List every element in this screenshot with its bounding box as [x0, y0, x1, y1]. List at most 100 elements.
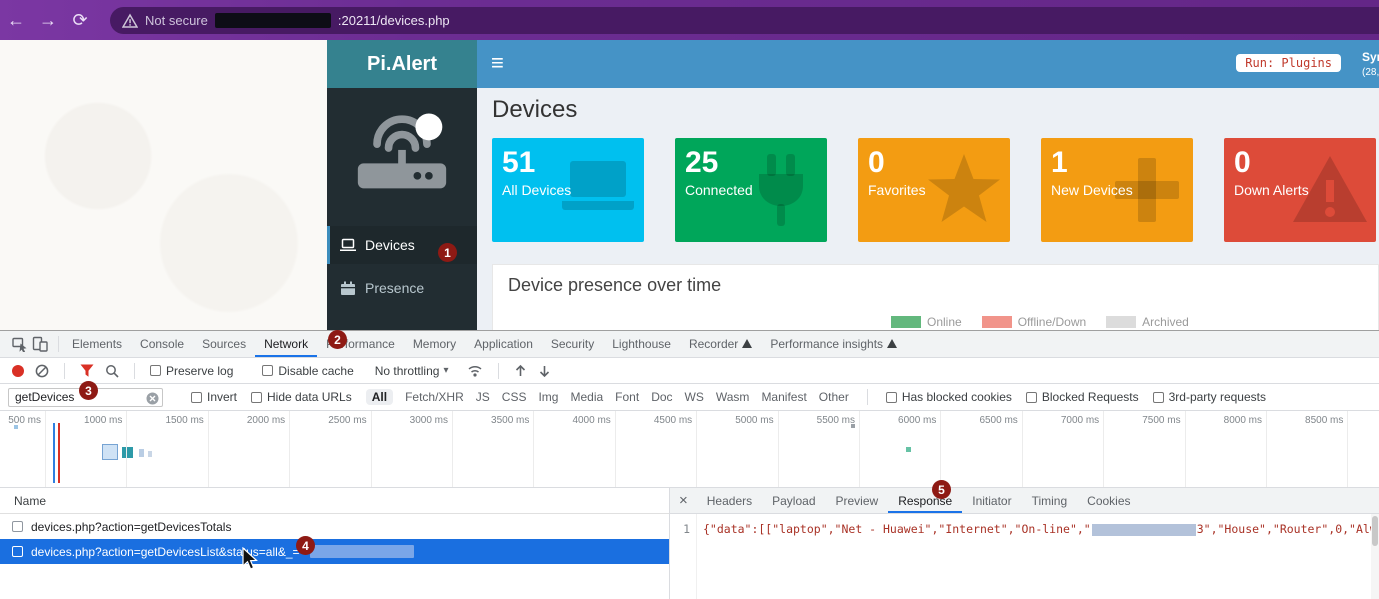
search-icon[interactable]	[105, 364, 119, 378]
preserve-log-checkbox[interactable]: Preserve log	[150, 364, 233, 378]
import-har-icon[interactable]	[514, 364, 527, 378]
detail-tab-timing[interactable]: Timing	[1022, 488, 1078, 513]
filter-type-all[interactable]: All	[366, 389, 393, 405]
timeline-gridline	[1347, 411, 1348, 487]
tab-memory[interactable]: Memory	[404, 331, 465, 357]
timeline-tick-label: 1500 ms	[148, 415, 204, 426]
presence-panel: Device presence over time Online Offline…	[492, 264, 1379, 330]
card-connected[interactable]: 25 Connected	[675, 138, 827, 242]
device-toolbar-icon[interactable]	[32, 336, 48, 352]
request-row-selected[interactable]: devices.php?action=getDevicesList&status…	[0, 539, 669, 564]
timeline-activity-mark	[122, 447, 133, 458]
card-label: All Devices	[492, 180, 644, 198]
checkbox	[1153, 392, 1164, 403]
throttling-dropdown[interactable]: No throttling▾	[375, 364, 449, 378]
record-button[interactable]	[12, 365, 24, 377]
detail-tab-initiator[interactable]: Initiator	[962, 488, 1021, 513]
address-bar[interactable]: Not secure :20211/devices.php	[110, 7, 1379, 34]
tab-recorder[interactable]: Recorder	[680, 331, 761, 357]
filter-type-ws[interactable]: WS	[685, 390, 704, 404]
third-party-requests-checkbox[interactable]: 3rd-party requests	[1153, 390, 1266, 404]
response-text: {"data":[["laptop","Net - Huawei","Inter…	[703, 522, 1091, 536]
request-list-header[interactable]: Name	[0, 488, 669, 514]
card-new-devices[interactable]: 1 New Devices	[1041, 138, 1193, 242]
card-all-devices[interactable]: 51 All Devices	[492, 138, 644, 242]
reload-icon[interactable]: ⟳	[64, 5, 96, 35]
tab-label: Sources	[202, 337, 246, 351]
summary-cards: 51 All Devices 25 Connected 0 Favorites …	[492, 138, 1379, 242]
detail-tab-preview[interactable]: Preview	[826, 488, 889, 513]
sidebar-item-presence[interactable]: Presence	[327, 269, 477, 307]
inspect-element-icon[interactable]	[12, 336, 28, 352]
export-har-icon[interactable]	[538, 364, 551, 378]
timeline-gridline	[859, 411, 860, 487]
detail-tab-cookies[interactable]: Cookies	[1077, 488, 1140, 513]
url-text: :20211/devices.php	[338, 13, 450, 28]
request-row[interactable]: devices.php?action=getDevicesTotals	[0, 514, 669, 539]
filter-type-manifest[interactable]: Manifest	[761, 390, 806, 404]
tab-application[interactable]: Application	[465, 331, 542, 357]
forward-icon[interactable]: →	[32, 5, 64, 35]
detail-tab-response[interactable]: Response	[888, 488, 962, 513]
scrollbar-thumb[interactable]	[1372, 516, 1378, 546]
filter-type-doc[interactable]: Doc	[651, 390, 672, 404]
card-favorites[interactable]: 0 Favorites	[858, 138, 1010, 242]
network-overview-timeline[interactable]: 500 ms1000 ms1500 ms2000 ms2500 ms3000 m…	[0, 411, 1379, 488]
tab-security[interactable]: Security	[542, 331, 603, 357]
tab-sources[interactable]: Sources	[193, 331, 255, 357]
filter-type-media[interactable]: Media	[570, 390, 603, 404]
detail-tab-headers[interactable]: Headers	[697, 488, 762, 513]
calendar-icon	[340, 281, 356, 296]
filter-type-css[interactable]: CSS	[502, 390, 527, 404]
filter-type-img[interactable]: Img	[538, 390, 558, 404]
filter-type-other[interactable]: Other	[819, 390, 849, 404]
menu-toggle-icon[interactable]: ≡	[491, 50, 504, 76]
filter-type-wasm[interactable]: Wasm	[716, 390, 750, 404]
clear-filter-icon[interactable]	[146, 392, 159, 405]
tab-network[interactable]: Network	[255, 331, 317, 357]
filter-type-fetch-xhr[interactable]: Fetch/XHR	[405, 390, 464, 404]
tab-label: Console	[140, 337, 184, 351]
has-blocked-cookies-checkbox[interactable]: Has blocked cookies	[886, 390, 1012, 404]
tab-performance-insights[interactable]: Performance insights	[761, 331, 906, 357]
disable-cache-checkbox[interactable]: Disable cache	[262, 364, 353, 378]
filter-icon[interactable]	[80, 364, 94, 377]
checkbox	[1026, 392, 1037, 403]
hide-data-urls-checkbox[interactable]: Hide data URLs	[251, 390, 352, 404]
filter-type-js[interactable]: JS	[476, 390, 490, 404]
timeline-activity-mark	[102, 444, 118, 460]
filter-type-font[interactable]: Font	[615, 390, 639, 404]
tab-elements[interactable]: Elements	[63, 331, 131, 357]
blocked-requests-checkbox[interactable]: Blocked Requests	[1026, 390, 1139, 404]
close-icon[interactable]: ×	[670, 488, 697, 513]
card-down-alerts[interactable]: 0 Down Alerts	[1224, 138, 1376, 242]
run-plugins-button[interactable]: Run: Plugins	[1236, 54, 1341, 72]
timeline-gridline	[615, 411, 616, 487]
checkbox-label: Disable cache	[278, 364, 353, 378]
tab-console[interactable]: Console	[131, 331, 193, 357]
tab-lighthouse[interactable]: Lighthouse	[603, 331, 680, 357]
not-secure-label: Not secure	[145, 13, 208, 28]
network-conditions-icon[interactable]	[467, 364, 483, 377]
timeline-tick-label: 7000 ms	[1043, 415, 1099, 426]
request-detail-pane: × Headers Payload Preview Response Initi…	[670, 488, 1379, 599]
timeline-tick-label: 5000 ms	[718, 415, 774, 426]
response-viewer[interactable]: 1 {"data":[["laptop","Net - Huawei","Int…	[670, 514, 1379, 599]
legend-online[interactable]: Online	[891, 315, 962, 329]
invert-checkbox[interactable]: Invert	[191, 390, 237, 404]
detail-tab-payload[interactable]: Payload	[762, 488, 825, 513]
clear-log-icon[interactable]	[35, 364, 49, 378]
brand-logo[interactable]: Pi.Alert	[327, 40, 477, 88]
back-icon[interactable]: ←	[0, 5, 32, 35]
filter-input-value: getDevices	[15, 390, 74, 404]
timeline-tick-label: 1000 ms	[66, 415, 122, 426]
network-filterbar: getDevices Invert Hide data URLs All Fet…	[0, 384, 1379, 411]
legend-archived[interactable]: Archived	[1106, 315, 1189, 329]
redacted-response-value	[1092, 524, 1196, 536]
timeline-gridline	[289, 411, 290, 487]
checkbox-label: Invert	[207, 390, 237, 404]
scrollbar[interactable]	[1371, 514, 1379, 599]
timeline-tick-label: 8500 ms	[1287, 415, 1343, 426]
legend-offline[interactable]: Offline/Down	[982, 315, 1086, 329]
browser-toolbar: ← → ⟳ Not secure :20211/devices.php	[0, 0, 1379, 40]
